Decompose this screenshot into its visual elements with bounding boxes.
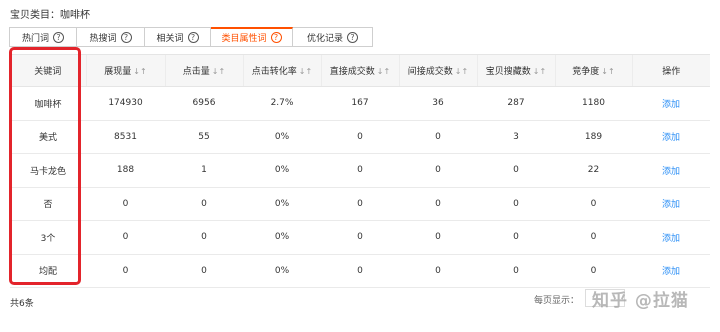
table-row: 均配 0 0 0% 0 0 0 0 添加: [10, 254, 710, 288]
tab-label: 相关词: [156, 33, 184, 44]
question-circle-icon[interactable]: ?: [53, 31, 64, 43]
indirect-deals-cell: 0: [399, 120, 477, 154]
question-circle-icon[interactable]: ?: [270, 32, 282, 43]
impressions-cell: 0: [86, 220, 165, 255]
indirect-deals-cell: 0: [399, 220, 477, 255]
add-link[interactable]: 添加: [632, 86, 710, 121]
add-link[interactable]: 添加: [632, 120, 710, 154]
impressions-cell: 8531: [86, 120, 165, 154]
table-row: 否 0 0 0% 0 0 0 0 添加: [10, 187, 710, 221]
tab-related-words[interactable]: 相关词 ?: [145, 27, 211, 47]
favorites-cell: 0: [477, 254, 555, 288]
competition-cell: 0: [555, 254, 632, 288]
direct-deals-cell: 0: [321, 220, 399, 255]
header-click-conversion-rate[interactable]: 点击转化率 ↓↑: [242, 54, 321, 87]
tab-label: 类目属性词: [221, 34, 267, 44]
sort-arrows-icon[interactable]: ↓↑: [299, 67, 312, 76]
header-direct-deals[interactable]: 直接成交数 ↓↑: [320, 54, 399, 87]
clicks-cell: 0: [165, 187, 243, 221]
add-link[interactable]: 添加: [632, 153, 710, 188]
header-competition[interactable]: 竞争度 ↓↑: [554, 54, 632, 87]
clicks-cell: 55: [165, 120, 243, 154]
table-row: 美式 8531 55 0% 0 0 3 189 添加: [10, 120, 710, 154]
tab-label: 优化记录: [306, 33, 343, 44]
direct-deals-cell: 0: [321, 254, 399, 288]
sort-arrows-icon[interactable]: ↓↑: [133, 67, 146, 76]
category-label: 宝贝类目：咖啡杯: [10, 10, 90, 21]
competition-cell: 0: [555, 187, 632, 221]
favorites-cell: 287: [477, 86, 555, 121]
sort-arrows-icon[interactable]: ↓↑: [212, 67, 225, 76]
clicks-cell: 0: [165, 254, 243, 288]
conversion-rate-cell: 0%: [243, 120, 321, 154]
competition-cell: 0: [555, 220, 632, 255]
tab-hot-search-words[interactable]: 热搜词 ?: [77, 27, 145, 47]
conversion-rate-cell: 0%: [243, 187, 321, 221]
sort-arrows-icon[interactable]: ↓↑: [377, 67, 390, 76]
favorites-cell: 3: [477, 120, 555, 154]
clicks-cell: 6956: [165, 86, 243, 121]
header-favorites[interactable]: 宝贝搜藏数 ↓↑: [476, 54, 555, 87]
tab-bar: 热门词 ? 热搜词 ? 相关词 ? 类目属性词 ? 优化记录 ?: [9, 27, 373, 47]
add-link[interactable]: 添加: [632, 220, 710, 255]
indirect-deals-cell: 0: [399, 153, 477, 188]
conversion-rate-cell: 2.7%: [243, 86, 321, 121]
table-row: 咖啡杯 174930 6956 2.7% 167 36 287 1180 添加: [10, 86, 710, 121]
tab-optimization-record[interactable]: 优化记录 ?: [293, 27, 373, 47]
table-row: 马卡龙色 188 1 0% 0 0 0 22 添加: [10, 153, 710, 188]
header-action: 操作: [631, 54, 710, 87]
header-indirect-deals[interactable]: 间接成交数 ↓↑: [398, 54, 477, 87]
table-header-row: 关键词 展现量 ↓↑ 点击量 ↓↑ 点击转化率 ↓↑ 直接成交数 ↓↑ 间接成交数 ↓↑ …: [10, 54, 710, 87]
total-count: 共6条: [10, 299, 34, 309]
clicks-cell: 1: [165, 153, 243, 188]
favorites-cell: 0: [477, 220, 555, 255]
impressions-cell: 0: [86, 254, 165, 288]
impressions-cell: 188: [86, 153, 165, 188]
favorites-cell: 0: [477, 153, 555, 188]
tab-hot-words[interactable]: 热门词 ?: [9, 27, 77, 47]
direct-deals-cell: 0: [321, 187, 399, 221]
direct-deals-cell: 0: [321, 120, 399, 154]
favorites-cell: 0: [477, 187, 555, 221]
sort-arrows-icon[interactable]: ↓↑: [455, 67, 468, 76]
conversion-rate-cell: 0%: [243, 254, 321, 288]
keyword-table: 关键词 展现量 ↓↑ 点击量 ↓↑ 点击转化率 ↓↑ 直接成交数 ↓↑ 间接成交数 ↓↑ …: [10, 54, 710, 288]
conversion-rate-cell: 0%: [243, 220, 321, 255]
conversion-rate-cell: 0%: [243, 153, 321, 188]
question-circle-icon[interactable]: ?: [120, 31, 132, 43]
indirect-deals-cell: 36: [399, 86, 477, 121]
header-clicks[interactable]: 点击量 ↓↑: [164, 54, 243, 87]
competition-cell: 189: [555, 120, 632, 154]
tab-label: 热门词: [21, 33, 49, 44]
clicks-cell: 0: [165, 220, 243, 255]
question-circle-icon[interactable]: ?: [347, 31, 358, 43]
sort-arrows-icon[interactable]: ↓↑: [533, 67, 546, 76]
indirect-deals-cell: 0: [399, 254, 477, 288]
header-impressions[interactable]: 展现量 ↓↑: [85, 54, 165, 87]
tab-category-attribute-words[interactable]: 类目属性词 ?: [211, 27, 293, 47]
tab-label: 热搜词: [89, 33, 117, 44]
per-page-label: 每页显示：: [534, 296, 580, 306]
table-row: 3个 0 0 0% 0 0 0 0 添加: [10, 220, 710, 255]
sort-arrows-icon[interactable]: ↓↑: [601, 67, 614, 76]
direct-deals-cell: 0: [321, 153, 399, 188]
impressions-cell: 0: [86, 187, 165, 221]
competition-cell: 1180: [555, 86, 632, 121]
competition-cell: 22: [555, 153, 632, 188]
impressions-cell: 174930: [86, 86, 165, 121]
watermark: 知乎 @拉猫: [592, 291, 689, 311]
direct-deals-cell: 167: [321, 86, 399, 121]
add-link[interactable]: 添加: [632, 254, 710, 288]
add-link[interactable]: 添加: [632, 187, 710, 221]
indirect-deals-cell: 0: [399, 187, 477, 221]
question-circle-icon[interactable]: ?: [187, 31, 199, 43]
keyword-column-highlight: [9, 47, 81, 285]
